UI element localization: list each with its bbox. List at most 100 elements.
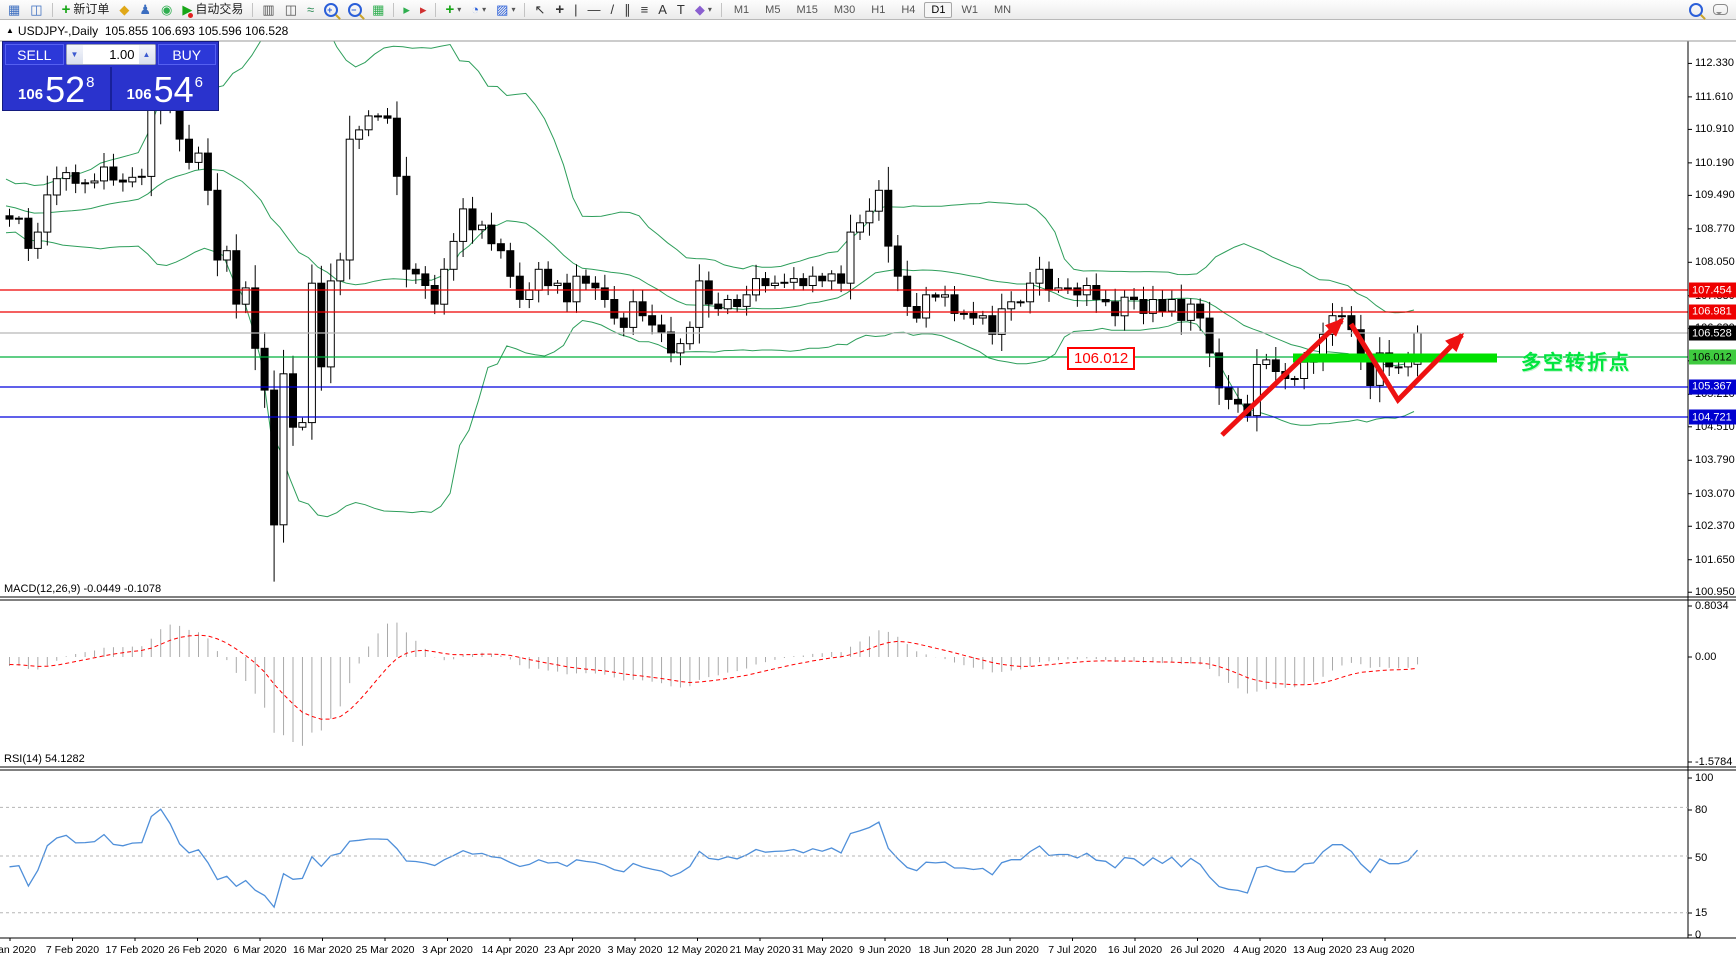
candle-body [355,129,364,140]
candle-body [496,243,505,252]
indicators-button[interactable]: + ▾ [441,0,465,19]
timeframe-m1[interactable]: M1 [727,2,756,18]
crosshair-icon[interactable]: + [551,0,568,19]
trend-arrow[interactable] [1220,317,1345,437]
candle-body [1130,296,1138,301]
expert-advisors-icon[interactable]: ◆ [115,0,133,19]
sell-price-sup: 8 [86,74,95,91]
candle-body [1101,299,1110,303]
fibonacci-icon[interactable]: ≡ [637,0,653,19]
periods-button[interactable]: ◔ ▾ [467,0,490,19]
buy-button[interactable]: BUY [157,44,216,65]
data-window-icon[interactable]: ◫ [26,0,46,19]
line-chart-icon[interactable]: ≈ [303,0,318,19]
timeframe-h4[interactable]: H4 [894,2,922,18]
buy-price[interactable]: 106 54 6 [112,67,219,110]
toolbar-separator [393,2,395,17]
candle-body [24,217,33,249]
candle-body [364,115,373,131]
vertical-line-icon[interactable]: | [570,0,581,19]
sell-price[interactable]: 106 52 8 [3,67,112,110]
macd-signal-line [9,634,1418,720]
candle-body [1234,398,1242,405]
x-axis-date: 13 Aug 2020 [1293,944,1352,956]
tile-windows-icon[interactable]: ▦ [368,0,388,19]
candlestick-chart-icon[interactable]: ◫ [281,0,301,19]
turning-point-annotation[interactable]: 多空转折点 [1521,346,1631,375]
volume-decrease-button[interactable]: ▼ [66,45,83,64]
candle-body [648,315,657,326]
candle-body [752,278,760,296]
candle-body [988,315,997,335]
timeframe-m15[interactable]: M15 [789,2,824,18]
chart-shift-icon[interactable]: ▸ [416,0,431,19]
auto-scroll-icon[interactable]: ▸ [399,0,414,19]
candle-body [525,289,534,301]
volume-stepper[interactable]: ▼ 1.00 ▲ [65,44,156,65]
support-zone-bar[interactable] [1293,353,1497,363]
volume-value[interactable]: 1.00 [83,45,139,64]
x-axis-date: 9 Jun 2020 [859,944,911,956]
candle-body [827,273,836,282]
templates-button[interactable]: ▨ ▾ [492,0,519,19]
market-watch-icon[interactable]: ▦ [4,0,24,19]
candle-body [1252,364,1261,417]
profile-icon[interactable]: ♟ [135,0,155,19]
candle-body [856,222,864,233]
timeframe-mn[interactable]: MN [987,2,1018,18]
candle-body [638,301,647,317]
candle-body [1139,299,1148,314]
autotrading-button[interactable]: ▶ 自动交易 [178,0,247,19]
timeframe-m5[interactable]: M5 [758,2,787,18]
candle-body [421,273,430,286]
trendline-icon[interactable]: / [607,0,619,19]
one-click-trading-panel[interactable]: SELL ▼ 1.00 ▲ BUY 106 52 8 106 54 6 [2,41,219,111]
ohlc-values: 105.855 106.693 105.596 106.528 [104,24,289,38]
candle-body [109,166,118,181]
bar-chart-icon[interactable]: ▥ [258,0,278,19]
zoom-out-icon[interactable]: − [344,0,366,19]
rsi-axis-tick: 0 [1695,929,1702,941]
candle-body [733,299,742,307]
search-icon[interactable] [1685,0,1707,19]
text-label-icon[interactable]: T [673,0,689,19]
candle-body [147,108,156,177]
x-axis-date: 3 Apr 2020 [422,944,473,956]
channel-icon[interactable]: ∥ [620,0,635,19]
timeframe-d1[interactable]: D1 [924,1,953,18]
text-icon[interactable]: A [654,0,671,19]
rsi-axis-tick: 80 [1695,804,1708,816]
timeframe-m30[interactable]: M30 [827,2,862,18]
price-badge-107.454: 107.454 [1689,282,1736,298]
candle-body [903,275,912,307]
x-axis-date: 16 Mar 2020 [293,944,352,956]
sell-button[interactable]: SELL [5,44,64,65]
candle-body [884,189,893,247]
candle-body [563,282,571,303]
cursor-icon[interactable]: ↖ [530,0,549,19]
candle-body [326,280,335,368]
candle-body [610,299,619,319]
signals-icon[interactable]: ◉ [157,0,176,19]
arrows-tool-button[interactable]: ◆ ▾ [691,0,716,19]
candle-body [931,294,940,298]
timeframe-h1[interactable]: H1 [864,2,892,18]
candle-body [185,138,193,163]
candle-body [1063,287,1072,290]
price-chart-canvas[interactable] [0,20,1736,941]
zoom-in-icon[interactable]: + [320,0,342,19]
x-axis-date: 9 Jan 2020 [0,944,36,956]
horizontal-line-icon[interactable]: — [584,0,605,19]
collapse-icon[interactable]: ▲ [6,26,14,35]
new-order-button[interactable]: + 新订单 [58,0,114,19]
price-annotation-box[interactable]: 106.012 [1067,347,1136,370]
timeframe-w1[interactable]: W1 [954,2,985,18]
volume-increase-button[interactable]: ▲ [138,45,155,64]
chat-icon[interactable] [1709,0,1732,19]
candle-body [780,281,789,284]
x-axis-date: 28 Jun 2020 [981,944,1039,956]
candle-body [846,231,855,284]
candle-body [336,259,345,282]
chart-window[interactable]: ▲ USDJPY-,Daily 105.855 106.693 105.596 1… [0,20,1736,956]
candle-body [402,175,411,270]
